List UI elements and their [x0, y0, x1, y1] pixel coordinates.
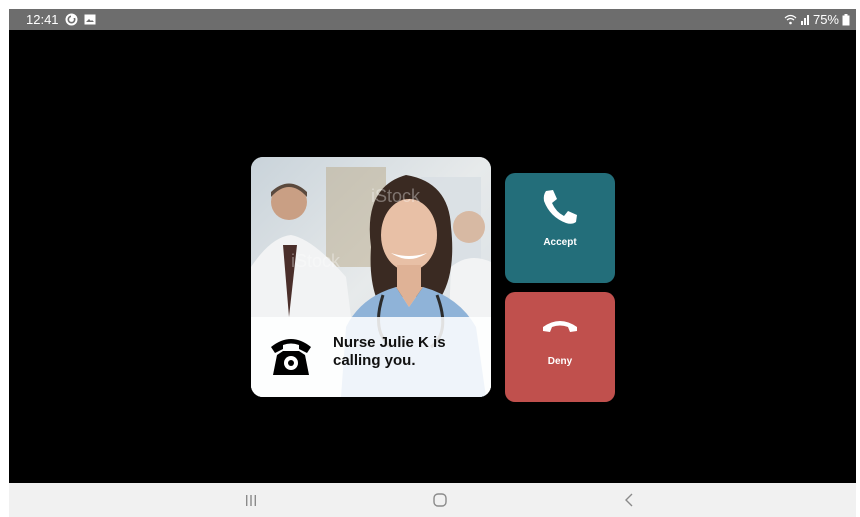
battery-icon: [842, 13, 850, 25]
wifi-icon: [784, 14, 797, 25]
signal-icon: [800, 15, 809, 25]
status-bar: 12:41 75%: [9, 9, 856, 30]
call-screen: iStock iStock Nurse Julie K is calling y…: [9, 30, 856, 483]
hang-up-icon: [543, 321, 577, 332]
deny-label: Deny: [547, 356, 573, 367]
watermark: iStock: [371, 186, 421, 206]
image-icon: [84, 14, 96, 25]
recent-apps-button[interactable]: [221, 483, 281, 517]
recent-apps-icon: [246, 495, 256, 506]
caller-message: Nurse Julie K is calling you.: [333, 334, 446, 369]
status-time: 12:41: [26, 12, 59, 27]
sync-icon: [65, 13, 78, 26]
caller-caption: Nurse Julie K is calling you.: [251, 317, 491, 397]
accept-button[interactable]: Accept: [505, 173, 615, 283]
watermark-2: iStock: [291, 251, 341, 271]
home-button[interactable]: [410, 483, 470, 517]
telephone-icon: [271, 339, 311, 375]
battery-percent: 75%: [812, 12, 839, 27]
phone-handset-icon: [543, 190, 577, 224]
navigation-bar: [9, 483, 856, 517]
deny-button[interactable]: Deny: [505, 292, 615, 402]
back-button[interactable]: [599, 483, 659, 517]
home-icon: [433, 493, 447, 507]
caller-card: iStock iStock Nurse Julie K is calling y…: [251, 157, 491, 397]
device-screen: 12:41 75% iStock iStock Nurse Julie K is…: [9, 9, 856, 517]
accept-label: Accept: [543, 237, 577, 248]
back-icon: [625, 493, 633, 507]
